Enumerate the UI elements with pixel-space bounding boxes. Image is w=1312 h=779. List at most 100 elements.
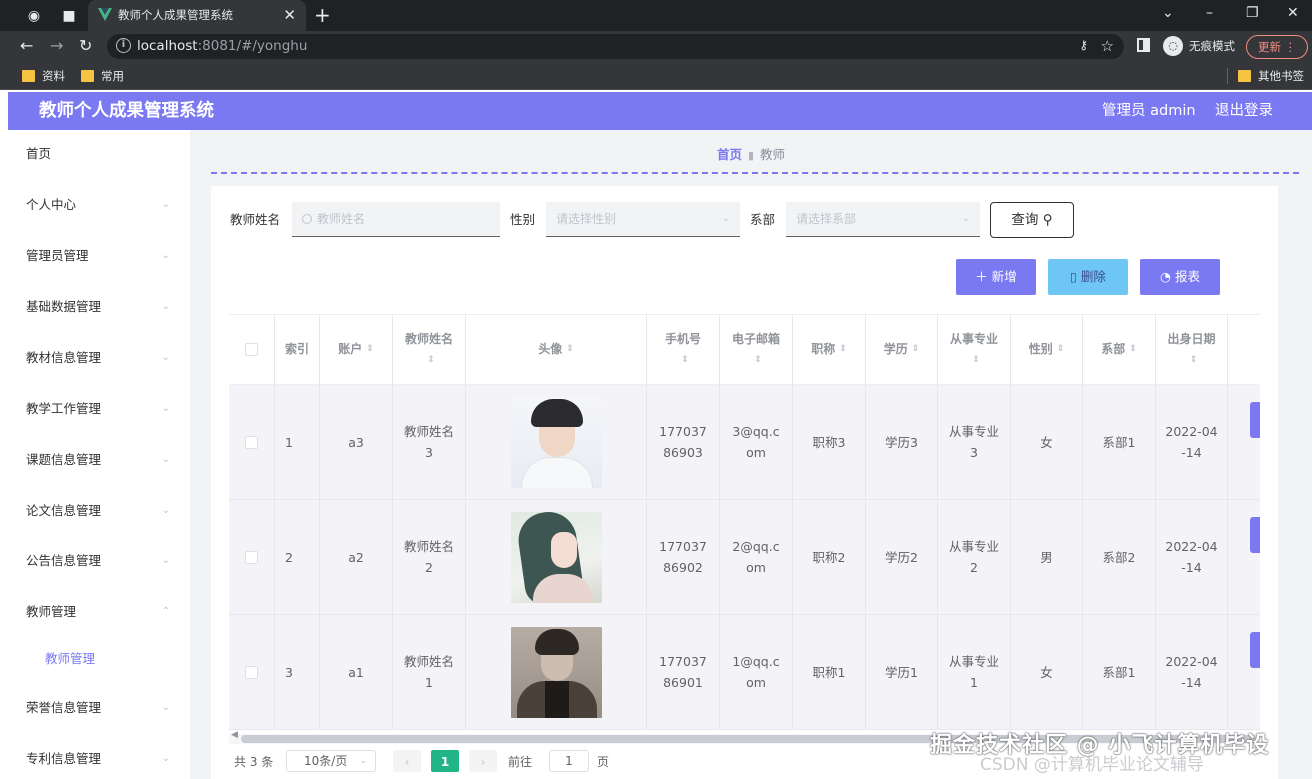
minimize-icon[interactable]: – (1206, 0, 1213, 26)
password-key-icon[interactable]: ⚷ (1079, 38, 1088, 52)
incognito-label: 无痕模式 (1189, 39, 1235, 53)
cell-index: 3 (275, 615, 320, 729)
sort-icon[interactable]: ⇕ (1190, 350, 1198, 371)
query-button[interactable]: 查询 ⚲ (990, 202, 1074, 238)
sidebar-item-teacher[interactable]: 教师管理 ⌃ (8, 597, 190, 627)
sidebar-item-admin-management[interactable]: 管理员管理 ⌄ (8, 241, 190, 271)
sidebar-subitem-teacher-management[interactable]: 教师管理 (8, 644, 190, 674)
sort-icon[interactable]: ⇕ (839, 339, 847, 360)
globe-icon[interactable]: ◉ (25, 7, 43, 25)
prev-page-button[interactable]: ‹ (393, 750, 421, 772)
bookmarks-bar: 资料 常用 其他书签 (0, 62, 1312, 90)
sidebar-item-patent[interactable]: 专利信息管理 ⌄ (8, 744, 190, 774)
sort-icon[interactable]: ⇕ (566, 339, 574, 360)
avatar-image[interactable] (510, 396, 602, 488)
logout-link[interactable]: 退出登录 (1215, 92, 1273, 130)
tab-search-icon[interactable]: ■ (60, 7, 78, 25)
page-size-select[interactable]: 10条/页 ⌄ (286, 750, 376, 772)
sort-icon[interactable]: ⇕ (972, 350, 980, 371)
avatar-image[interactable] (510, 511, 602, 603)
bookmark-folder[interactable]: 常用 (81, 62, 124, 90)
plus-icon: ＋ (975, 269, 988, 284)
row-checkbox[interactable] (245, 435, 258, 449)
sidebar-item-project[interactable]: 课题信息管理 ⌄ (8, 445, 190, 475)
scroll-left-icon[interactable]: ◀ (231, 730, 238, 740)
sidebar-item-textbook[interactable]: 教材信息管理 ⌄ (8, 343, 190, 373)
window-close-icon[interactable]: ✕ (1287, 0, 1299, 26)
incognito-icon[interactable]: ◌ (1163, 36, 1183, 56)
update-button[interactable]: 更新 ⋮ (1246, 35, 1308, 59)
sort-icon[interactable]: ⇕ (366, 339, 374, 360)
cell-avatar (466, 500, 647, 614)
sidebar-item-teaching-work[interactable]: 教学工作管理 ⌄ (8, 394, 190, 424)
row-checkbox[interactable] (245, 550, 258, 564)
site-info-icon[interactable]: i (116, 38, 131, 53)
col-header-major[interactable]: 从事专业 ⇕ (938, 315, 1011, 384)
sort-icon[interactable]: ⇕ (1129, 339, 1137, 360)
sidebar-item-personal-center[interactable]: 个人中心 ⌄ (8, 190, 190, 220)
row-action-button[interactable] (1250, 402, 1260, 438)
forward-icon[interactable]: → (50, 36, 63, 56)
cell-account: a3 (320, 385, 393, 499)
restore-icon[interactable]: ❐ (1246, 0, 1259, 26)
bookmark-folder[interactable]: 资料 (22, 62, 65, 90)
other-bookmarks[interactable]: 其他书签 (1238, 62, 1304, 90)
add-button[interactable]: ＋ 新增 (956, 259, 1036, 295)
reload-icon[interactable]: ↻ (79, 36, 92, 56)
col-header-title[interactable]: 职称 ⇕ (793, 315, 866, 384)
sidebar-item-base-data[interactable]: 基础数据管理 ⌄ (8, 292, 190, 322)
sidebar-item-notice[interactable]: 公告信息管理 ⌄ (8, 546, 190, 576)
col-header-name[interactable]: 教师姓名 ⇕ (393, 315, 466, 384)
sort-icon[interactable]: ⇕ (912, 339, 920, 360)
col-header-index: 索引 (275, 315, 320, 384)
cell-avatar (466, 615, 647, 729)
col-header-birthdate[interactable]: 出身日期 ⇕ (1156, 315, 1228, 384)
goto-page-input[interactable]: 1 (549, 750, 589, 772)
gender-select[interactable]: 请选择性别 ⌄ (546, 202, 740, 237)
col-header-email[interactable]: 电子邮箱 ⇕ (720, 315, 793, 384)
sidebar-item-honor[interactable]: 荣誉信息管理 ⌄ (8, 693, 190, 723)
sidebar-item-paper[interactable]: 论文信息管理 ⌄ (8, 496, 190, 526)
browser-tab[interactable]: 教师个人成果管理系统 ✕ (88, 0, 306, 31)
page-number-current[interactable]: 1 (431, 750, 459, 772)
tab-list-chevron-icon[interactable]: ⌄ (1162, 0, 1174, 26)
tab-close-icon[interactable]: ✕ (283, 0, 296, 31)
watermark-csdn: CSDN @计算机毕业论文辅导 (980, 755, 1204, 775)
delete-button[interactable]: ▯ 删除 (1048, 259, 1128, 295)
pagination-total: 共 3 条 (234, 755, 274, 769)
sort-icon[interactable]: ⇕ (427, 350, 435, 371)
avatar-image[interactable] (510, 626, 602, 718)
new-tab-icon[interactable]: + (314, 4, 331, 26)
report-button[interactable]: ◔ 报表 (1140, 259, 1220, 295)
col-header-education[interactable]: 学历 ⇕ (866, 315, 938, 384)
breadcrumb-home[interactable]: 首页 (717, 147, 742, 162)
select-all-checkbox[interactable] (245, 343, 258, 356)
address-bar[interactable]: i localhost:8081/#/yonghu ⚷ ☆ (107, 34, 1124, 59)
url-text: localhost:8081/#/yonghu (137, 38, 308, 54)
bookmark-star-icon[interactable]: ☆ (1101, 37, 1114, 55)
sort-icon[interactable]: ⇕ (1057, 339, 1065, 360)
back-icon[interactable]: ← (20, 36, 33, 56)
row-action-button[interactable] (1250, 517, 1260, 553)
sort-icon[interactable]: ⇕ (754, 350, 762, 371)
browser-tab-bar: ◉ ■ 教师个人成果管理系统 ✕ + ⌄ – ❐ ✕ (0, 0, 1312, 31)
teacher-name-label: 教师姓名 (230, 212, 281, 227)
col-header-gender[interactable]: 性别 ⇕ (1011, 315, 1083, 384)
teacher-name-input[interactable]: 教师姓名 (292, 202, 500, 237)
col-header-avatar[interactable]: 头像 ⇕ (466, 315, 647, 384)
sidebar-item-home[interactable]: 首页 (8, 139, 190, 169)
table-header: 索引 账户 ⇕ 教师姓名 ⇕ 头像 ⇕ 手机号 ⇕ 电子邮箱 ⇕ 职称 ⇕ 学历 ⇕ 从事专业… (229, 314, 1260, 385)
col-header-department[interactable]: 系部 ⇕ (1083, 315, 1156, 384)
pie-chart-icon: ◔ (1160, 269, 1171, 284)
row-checkbox[interactable] (245, 665, 258, 679)
chevron-down-icon: ⌄ (161, 702, 170, 713)
col-header-account[interactable]: 账户 ⇕ (320, 315, 393, 384)
department-select[interactable]: 请选择系部 ⌄ (786, 202, 980, 237)
side-panel-icon[interactable] (1137, 38, 1150, 52)
col-header-operations (1228, 315, 1260, 384)
col-header-phone[interactable]: 手机号 ⇕ (647, 315, 720, 384)
sort-icon[interactable]: ⇕ (681, 350, 689, 371)
next-page-button[interactable]: › (469, 750, 497, 772)
row-action-button[interactable] (1250, 632, 1260, 668)
page-suffix-label: 页 (597, 755, 610, 769)
